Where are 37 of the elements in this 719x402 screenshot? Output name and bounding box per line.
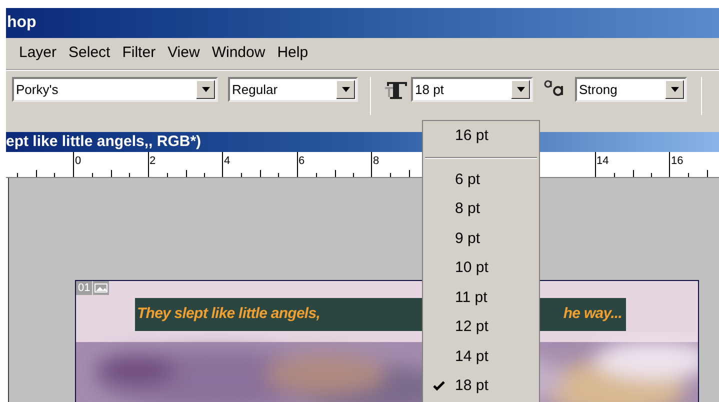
caret-icon [670,87,678,92]
font-style-dropdown[interactable]: Regular [228,77,358,102]
ruler-label: 16 [670,154,684,168]
menu-item[interactable]: 11 pt [423,283,539,312]
ruler-label: 4 [223,154,230,168]
anti-alias-icon [543,77,565,97]
caret-icon [202,87,210,92]
menu-item[interactable]: 18 pt [423,372,539,401]
menu-item[interactable]: Help [272,42,314,65]
document-title: ept like little angels,, RGB*) [6,132,202,152]
menu-item[interactable]: Filter [117,42,161,65]
font-size-dropdown[interactable]: 18 pt [411,77,533,102]
caption-text: They slept like little angels, [136,304,320,324]
menu-item[interactable]: Select [64,42,116,65]
window-title: hop [6,13,36,33]
font-family-dropdown[interactable]: Porky's [12,77,218,102]
anti-alias-dropdown[interactable]: Strong [575,77,687,102]
ruler-label: 6 [298,154,305,168]
menu-item[interactable]: 16 pt [423,121,539,151]
caret-icon [342,87,350,92]
menu-item[interactable]: 14 pt [423,342,539,372]
menu-item[interactable]: Layer [14,42,62,65]
menu-item[interactable]: 8 pt [423,194,539,224]
menu-item[interactable]: View [162,42,205,65]
ruler-label: 2 [148,154,156,168]
layer-number-badge: 01 [76,281,92,295]
menu-item[interactable]: Window [206,42,270,65]
menu-item[interactable]: 6 pt [423,165,539,194]
ruler-label: 0 [74,154,82,168]
menu-item[interactable]: 12 pt [423,312,539,342]
menu-item[interactable]: 10 pt [423,254,539,283]
caption-text: he way... [563,304,623,324]
image-icon [93,281,110,295]
menu-item[interactable]: 9 pt [423,224,539,254]
ruler-label: 8 [372,154,380,168]
caret-icon [516,87,524,92]
ruler-label: 14 [596,154,609,168]
